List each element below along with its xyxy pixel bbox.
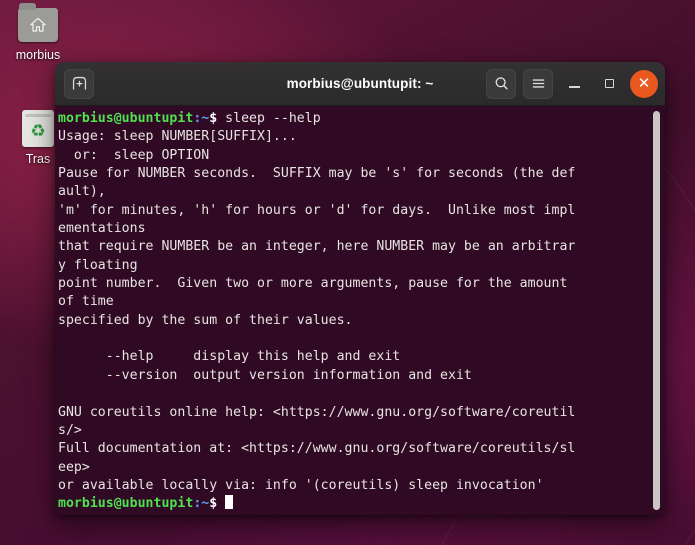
hamburger-menu-icon	[532, 79, 544, 88]
trash-bin-icon: ♻	[22, 110, 54, 147]
scrollbar-thumb[interactable]	[653, 111, 660, 510]
close-button[interactable]: ✕	[630, 69, 658, 98]
home-folder-glyph	[15, 3, 61, 44]
close-icon: ✕	[637, 75, 651, 92]
terminal-body[interactable]: morbius@ubuntupit:~$ sleep --help Usage:…	[55, 106, 665, 515]
search-icon	[495, 77, 508, 90]
minimize-icon	[568, 86, 580, 88]
desktop-icon-home-folder[interactable]: morbius	[2, 3, 74, 62]
window-titlebar[interactable]: morbius@ubuntupit: ~ ✕	[55, 62, 665, 106]
terminal-window[interactable]: morbius@ubuntupit: ~ ✕ morbius@ubuntupit…	[55, 62, 665, 515]
search-button[interactable]	[486, 68, 516, 99]
maximize-button[interactable]	[595, 70, 623, 98]
menu-button[interactable]	[523, 68, 553, 99]
terminal-output: morbius@ubuntupit:~$ sleep --help Usage:…	[58, 111, 576, 512]
titlebar-controls: ✕	[486, 68, 658, 99]
home-icon	[30, 17, 46, 32]
new-tab-icon	[72, 76, 86, 90]
terminal-cursor	[225, 495, 234, 510]
maximize-icon	[604, 79, 614, 88]
recycle-icon: ♻	[30, 121, 46, 141]
minimize-button[interactable]	[560, 70, 588, 98]
desktop-icon-label: morbius	[15, 48, 61, 62]
folder-icon	[18, 3, 58, 42]
terminal-scrollbar[interactable]	[652, 111, 661, 510]
new-tab-button[interactable]	[64, 68, 94, 99]
